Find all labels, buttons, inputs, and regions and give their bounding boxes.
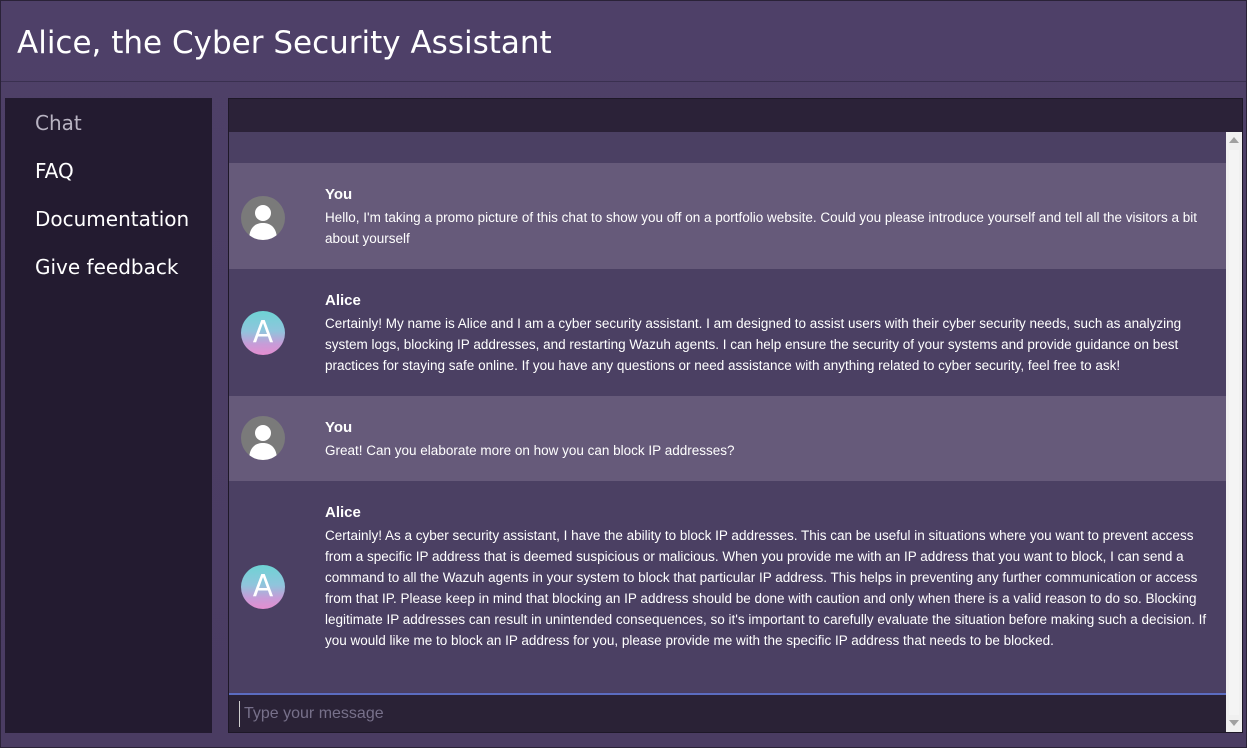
scroll-up-icon[interactable] [1229, 137, 1239, 143]
sidebar-item-chat[interactable]: Chat [35, 110, 82, 136]
scroll-thumb[interactable] [1229, 150, 1239, 715]
chat-topbar [229, 99, 1242, 132]
app-header: Alice, the Cyber Security Assistant [1, 1, 1246, 82]
chat-panel: You Hello, I'm taking a promo picture of… [228, 98, 1243, 733]
app-window: Alice, the Cyber Security Assistant Chat… [0, 0, 1247, 748]
app-title: Alice, the Cyber Security Assistant [17, 25, 552, 61]
message-author: Alice [325, 504, 361, 521]
message-text: Certainly! As a cyber security assistant… [325, 528, 1207, 648]
message-text: Hello, I'm taking a promo picture of thi… [325, 210, 1198, 246]
user-avatar-icon [241, 196, 285, 240]
message-text: Great! Can you elaborate more on how you… [325, 443, 735, 458]
message-author: You [325, 186, 353, 203]
message-input[interactable] [239, 701, 1214, 727]
message-input-row [229, 693, 1226, 732]
message-author: Alice [325, 292, 361, 309]
alice-avatar-icon: A [241, 311, 285, 355]
message-list[interactable]: You Hello, I'm taking a promo picture of… [229, 132, 1226, 692]
sidebar-item-give-feedback[interactable]: Give feedback [35, 254, 178, 280]
message-bot: A Alice Certainly! My name is Alice and … [229, 269, 1226, 396]
message-user: You Great! Can you elaborate more on how… [229, 396, 1226, 481]
scrollbar[interactable] [1226, 132, 1242, 732]
scroll-down-icon[interactable] [1229, 720, 1239, 726]
alice-avatar-icon: A [241, 565, 285, 609]
message-text: Certainly! My name is Alice and I am a c… [325, 316, 1182, 373]
message-user: You Hello, I'm taking a promo picture of… [229, 163, 1226, 269]
avatar-letter: A [252, 569, 274, 604]
message-author: You [325, 419, 353, 436]
sidebar-item-documentation[interactable]: Documentation [35, 206, 189, 232]
user-avatar-icon [241, 416, 285, 460]
message-bot: A Alice Certainly! As a cyber security a… [229, 481, 1226, 692]
avatar-letter: A [252, 315, 274, 350]
sidebar: Chat FAQ Documentation Give feedback [5, 98, 212, 733]
sidebar-item-faq[interactable]: FAQ [35, 158, 74, 184]
